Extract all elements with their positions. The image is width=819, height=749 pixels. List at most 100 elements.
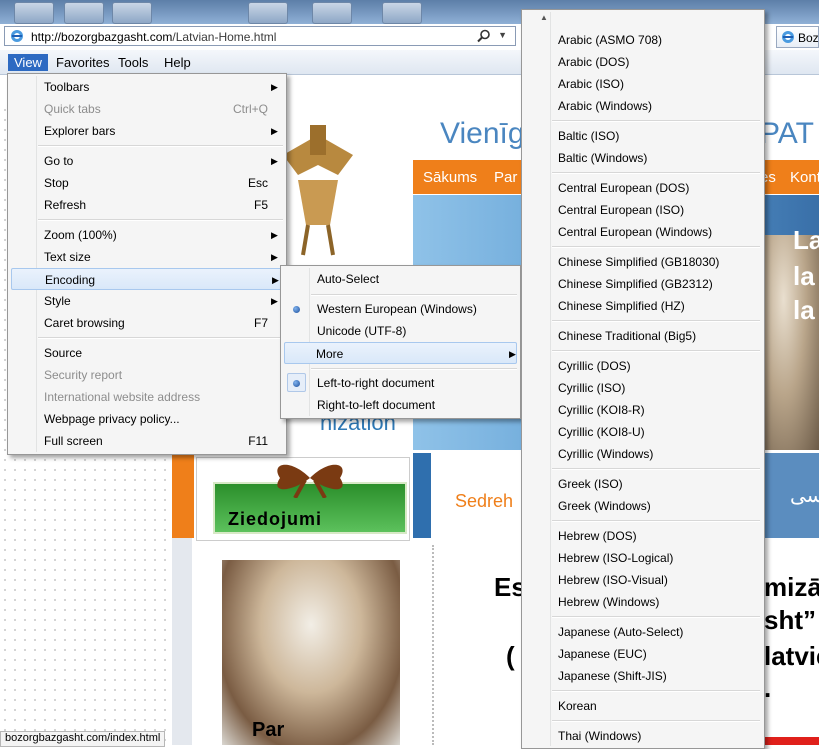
menu-item-label: Webpage privacy policy... [44, 412, 180, 426]
encoding-option-greek-windows[interactable]: Greek (Windows) [525, 495, 761, 517]
enc-western-european[interactable]: Western European (Windows) [284, 298, 517, 320]
menu-separator [552, 120, 760, 122]
view-menu-item-toolbars[interactable]: Toolbars ▶ [11, 76, 283, 98]
encoding-option-arabic-asmo-708[interactable]: Arabic (ASMO 708) [525, 29, 761, 51]
scroll-up-arrow-icon[interactable]: ▲ [540, 13, 548, 22]
encoding-option-cyrillic-dos[interactable]: Cyrillic (DOS) [525, 355, 761, 377]
encoding-option-baltic-iso[interactable]: Baltic (ISO) [525, 125, 761, 147]
enc-auto-select[interactable]: Auto-Select [284, 268, 517, 290]
encoding-option-central-european-iso[interactable]: Central European (ISO) [525, 199, 761, 221]
chevron-right-icon: ▶ [509, 349, 516, 359]
encoding-option-chinese-simplified-gb2312[interactable]: Chinese Simplified (GB2312) [525, 273, 761, 295]
enc-ltr[interactable]: Left-to-right document [284, 372, 517, 394]
encoding-option-hebrew-dos[interactable]: Hebrew (DOS) [525, 525, 761, 547]
view-menu-item-go-to[interactable]: Go to ▶ [11, 150, 283, 172]
menu-item-label: Central European (Windows) [558, 225, 713, 239]
view-menu-item-refresh[interactable]: Refresh F5 [11, 194, 283, 216]
nav-contact-link[interactable]: Kont [790, 169, 819, 186]
encoding-option-greek-iso[interactable]: Greek (ISO) [525, 473, 761, 495]
taskbar-thumbnail[interactable] [112, 2, 152, 24]
enc-rtl[interactable]: Right-to-left document [284, 394, 517, 416]
encoding-option-arabic-windows[interactable]: Arabic (Windows) [525, 95, 761, 117]
site-title: Vienīg [440, 117, 525, 150]
menu-item-label: Cyrillic (KOI8-U) [558, 425, 645, 439]
encoding-option-chinese-traditional-big5[interactable]: Chinese Traditional (Big5) [525, 325, 761, 347]
view-menu-item-explorer-bars[interactable]: Explorer bars ▶ [11, 120, 283, 142]
menu-item-label: Thai (Windows) [558, 729, 642, 743]
view-menu-item-webpage-privacy-policy[interactable]: Webpage privacy policy... [11, 408, 283, 430]
view-menu-item-stop[interactable]: Stop Esc [11, 172, 283, 194]
encoding-option-hebrew-iso-logical[interactable]: Hebrew (ISO-Logical) [525, 547, 761, 569]
taskbar-thumbnail[interactable] [312, 2, 352, 24]
encoding-option-thai-windows[interactable]: Thai (Windows) [525, 725, 761, 747]
taskbar-thumbnail[interactable] [248, 2, 288, 24]
taskbar-thumbnail[interactable] [382, 2, 422, 24]
encoding-option-hebrew-iso-visual[interactable]: Hebrew (ISO-Visual) [525, 569, 761, 591]
encoding-option-japanese-euc[interactable]: Japanese (EUC) [525, 643, 761, 665]
menu-item-label: Go to [44, 154, 74, 168]
enc-western-label: Western European (Windows) [317, 302, 477, 316]
menu-item-label: Style [44, 294, 71, 308]
menu-separator [311, 368, 517, 370]
encoding-submenu: Auto-Select Western European (Windows) U… [280, 265, 521, 419]
menu-item-label: Central European (DOS) [558, 181, 690, 195]
view-menu-item-zoom-100[interactable]: Zoom (100%) ▶ [11, 224, 283, 246]
enc-more[interactable]: More ▶ [284, 342, 517, 364]
encoding-option-chinese-simplified-hz[interactable]: Chinese Simplified (HZ) [525, 295, 761, 317]
menu-view[interactable]: View [8, 54, 48, 71]
encoding-option-hebrew-windows[interactable]: Hebrew (Windows) [525, 591, 761, 613]
menu-separator [552, 246, 760, 248]
menu-item-label: Stop [44, 176, 69, 190]
encoding-option-korean[interactable]: Korean [525, 695, 761, 717]
encoding-option-cyrillic-koi8-r[interactable]: Cyrillic (KOI8-R) [525, 399, 761, 421]
address-bar[interactable]: http://bozorgbazgasht.com/Latvian-Home.h… [4, 26, 516, 46]
menu-separator [38, 337, 283, 339]
search-icon[interactable] [477, 29, 491, 43]
nav-home-link[interactable]: Sākums [423, 169, 477, 186]
menu-separator [552, 720, 760, 722]
encoding-option-central-european-windows[interactable]: Central European (Windows) [525, 221, 761, 243]
view-menu-item-source[interactable]: Source [11, 342, 283, 364]
encoding-option-arabic-iso[interactable]: Arabic (ISO) [525, 73, 761, 95]
encoding-option-arabic-dos[interactable]: Arabic (DOS) [525, 51, 761, 73]
address-dropdown-icon[interactable]: ▼ [498, 30, 507, 40]
menu-item-label: Chinese Simplified (GB2312) [558, 277, 713, 291]
menu-item-label: International website address [44, 390, 201, 404]
encoding-option-cyrillic-windows[interactable]: Cyrillic (Windows) [525, 443, 761, 465]
chevron-right-icon: ▶ [271, 156, 278, 166]
menu-item-label: Security report [44, 368, 123, 382]
view-menu-item-caret-browsing[interactable]: Caret browsing F7 [11, 312, 283, 334]
view-menu-item-text-size[interactable]: Text size ▶ [11, 246, 283, 268]
view-menu-item-encoding[interactable]: Encoding ▶ [11, 268, 283, 290]
menu-help[interactable]: Help [158, 54, 197, 71]
view-menu-item-full-screen[interactable]: Full screen F11 [11, 430, 283, 452]
menu-item-label: Cyrillic (KOI8-R) [558, 403, 645, 417]
menu-separator [552, 350, 760, 352]
encoding-option-japanese-shift-jis[interactable]: Japanese (Shift-JIS) [525, 665, 761, 687]
encoding-option-japanese-auto-select[interactable]: Japanese (Auto-Select) [525, 621, 761, 643]
menu-item-label: Source [44, 346, 83, 360]
menu-favorites[interactable]: Favorites [50, 54, 115, 71]
menu-item-shortcut: F11 [248, 434, 268, 448]
address-url[interactable]: http://bozorgbazgasht.com/Latvian-Home.h… [31, 30, 276, 44]
encoding-option-central-european-dos[interactable]: Central European (DOS) [525, 177, 761, 199]
encoding-option-baltic-windows[interactable]: Baltic (Windows) [525, 147, 761, 169]
nav-about-link[interactable]: Par [494, 169, 517, 186]
menu-item-label: Japanese (Shift-JIS) [558, 669, 667, 683]
taskbar-thumbnail[interactable] [64, 2, 104, 24]
browser-tab[interactable]: Boz [776, 26, 819, 48]
encoding-option-chinese-simplified-gb18030[interactable]: Chinese Simplified (GB18030) [525, 251, 761, 273]
menu-item-label: Japanese (Auto-Select) [558, 625, 684, 639]
menu-tools[interactable]: Tools [112, 54, 154, 71]
taskbar-thumbnail[interactable] [14, 2, 54, 24]
enc-unicode[interactable]: Unicode (UTF-8) [284, 320, 517, 342]
headline-text: latvie [764, 641, 819, 671]
menu-item-label: Hebrew (DOS) [558, 529, 637, 543]
encoding-option-cyrillic-iso[interactable]: Cyrillic (ISO) [525, 377, 761, 399]
view-menu-item-style[interactable]: Style ▶ [11, 290, 283, 312]
encoding-option-cyrillic-koi8-u[interactable]: Cyrillic (KOI8-U) [525, 421, 761, 443]
menu-item-label: Baltic (Windows) [558, 151, 648, 165]
menu-item-label: Caret browsing [44, 316, 125, 330]
zarathustra-portrait-image[interactable] [222, 560, 400, 745]
sedreh-link[interactable]: Sedreh [455, 491, 513, 512]
